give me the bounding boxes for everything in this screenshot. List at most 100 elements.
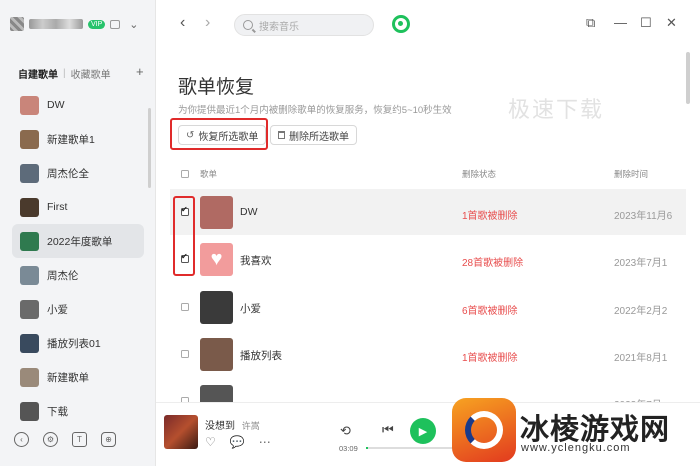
row-checkbox[interactable] [181, 350, 189, 358]
username-blurred [29, 19, 83, 29]
search-input[interactable]: 搜索音乐 [234, 14, 374, 36]
minimize-button[interactable]: — [614, 15, 627, 30]
page-title: 歌单恢复 [178, 77, 255, 98]
select-all-checkbox[interactable] [181, 170, 189, 178]
playlist-thumbnail [20, 367, 39, 387]
row-delete-status: 6首歌被删除 [462, 306, 518, 317]
row-checkbox[interactable] [181, 303, 189, 311]
site-url: www.yclengku.com [521, 442, 631, 454]
playlist-cover [200, 385, 233, 402]
delete-selected-label: 删除所选歌单 [289, 131, 349, 143]
sidebar-playlist-label: 新建歌单 [47, 371, 89, 384]
progress-bar[interactable] [366, 447, 466, 449]
table-row[interactable]: 小爱 6首歌被删除 2022年2月2 [170, 284, 686, 330]
back-button[interactable]: ‹ [180, 14, 185, 32]
tab-separator: | [63, 68, 66, 79]
search-icon [243, 20, 253, 30]
sidebar-playlist-item[interactable]: 小爱 [12, 292, 144, 326]
sidebar-playlist-item[interactable]: 播放列表01 [12, 326, 144, 360]
music-recognition-icon[interactable] [392, 15, 410, 33]
sidebar-playlist-item[interactable]: 新建歌单1 [12, 122, 144, 156]
comment-icon[interactable]: 💬 [230, 435, 245, 449]
playlist-thumbnail [20, 265, 39, 285]
playlist-thumbnail [20, 129, 39, 149]
row-delete-time: 2021年8月1 [614, 353, 668, 364]
delete-selected-button[interactable]: 删除所选歌单 [270, 125, 357, 145]
gamepad-icon[interactable]: ⊕ [101, 432, 116, 447]
more-icon[interactable]: ⋯ [259, 435, 271, 449]
sidebar-playlist-label: 播放列表01 [47, 337, 101, 350]
maximize-button[interactable]: ☐ [640, 15, 652, 31]
tab-created-playlists[interactable]: 自建歌单 [18, 66, 58, 81]
row-playlist-name: ... [240, 395, 249, 402]
sidebar: VIP ⌄ 自建歌单 | 收藏歌单 + DW 新建歌单1 周杰伦全 First 2022… [0, 0, 156, 466]
tab-collected-playlists[interactable]: 收藏歌单 [71, 66, 111, 81]
sidebar-playlist-item[interactable]: DW [12, 88, 144, 122]
row-playlist-name: DW [240, 206, 258, 218]
playlist-cover: ♥ [200, 243, 233, 276]
search-placeholder: 搜索音乐 [259, 21, 299, 33]
song-actions: ♡ 💬 ⋯ [205, 435, 271, 449]
forward-button[interactable]: › [205, 14, 210, 32]
avatar [10, 17, 24, 31]
table-row[interactable]: ......2023年7月 [170, 378, 686, 402]
trash-icon [278, 131, 285, 139]
message-icon[interactable] [110, 19, 121, 29]
site-logo-mark [465, 411, 503, 449]
back-circle-icon[interactable]: ‹ [14, 432, 29, 447]
sidebar-footer: ‹ ⚙ T ⊕ [14, 432, 116, 447]
chevron-down-icon[interactable]: ⌄ [129, 18, 138, 31]
skin-shirt-icon[interactable]: T [72, 432, 87, 447]
watermark-text: 极速下载 [508, 97, 605, 122]
main-scrollbar[interactable] [686, 52, 690, 104]
sidebar-playlist-item[interactable]: First [12, 190, 144, 224]
playlist-thumbnail [20, 197, 39, 217]
playlist-list: DW 新建歌单1 周杰伦全 First 2022年度歌单 周杰伦小爱播放列表01 新建歌单下… [12, 88, 144, 428]
settings-icon[interactable]: ⚙ [43, 432, 58, 447]
playlist-thumbnail [20, 401, 39, 421]
row-delete-status: 1首歌被删除 [462, 353, 518, 364]
sidebar-playlist-item[interactable]: 新建歌单 [12, 360, 144, 394]
sidebar-playlist-label: 2022年度歌单 [47, 235, 113, 248]
user-profile[interactable]: VIP ⌄ [10, 17, 139, 31]
like-heart-icon[interactable]: ♡ [205, 435, 216, 449]
song-title: 没想到 [205, 421, 235, 432]
header-delete-status: 删除状态 [462, 169, 497, 179]
heart-icon: ♥ [210, 248, 223, 270]
row-delete-time: 2023年7月1 [614, 258, 668, 269]
highlight-box-restore [170, 118, 268, 150]
add-playlist-icon[interactable]: + [136, 64, 144, 79]
page-subtitle: 为你提供最近1个月内被删除歌单的恢复服务，恢复约5~10秒生效 [178, 105, 452, 116]
close-button[interactable]: ✕ [666, 15, 677, 31]
row-delete-time: 2023年11月6 [614, 211, 673, 222]
sidebar-playlist-item[interactable]: 2022年度歌单 [12, 224, 144, 258]
mini-mode-icon[interactable]: ⧉ [586, 15, 595, 31]
sidebar-playlist-label: 新建歌单1 [47, 133, 95, 146]
sidebar-scrollbar[interactable] [148, 108, 151, 188]
now-playing: 没想到 许嵩 [205, 417, 260, 432]
current-time: 03:09 [339, 444, 358, 453]
table-row[interactable]: DW 1首歌被删除 2023年11月6 [170, 189, 686, 235]
row-delete-time: 2022年2月2 [614, 306, 668, 317]
sidebar-playlist-label: First [47, 201, 68, 213]
playlist-cover [200, 196, 233, 229]
sidebar-playlist-label: 周杰伦 [47, 269, 79, 282]
song-artist[interactable]: 许嵩 [242, 421, 260, 431]
sidebar-playlist-item[interactable]: 周杰伦 [12, 258, 144, 292]
playlist-cover [200, 291, 233, 324]
album-cover[interactable] [164, 415, 198, 449]
header-delete-time: 删除时间 [614, 169, 649, 179]
play-button[interactable]: ▶ [410, 418, 436, 444]
row-playlist-name: 我喜欢 [240, 255, 272, 267]
repeat-icon[interactable]: ⟲ [340, 423, 351, 439]
row-delete-status: 28首歌被删除 [462, 258, 524, 269]
row-playlist-name: 播放列表 [240, 350, 282, 362]
sidebar-playlist-label: DW [47, 99, 65, 111]
table-row[interactable]: 播放列表 1首歌被删除 2021年8月1 [170, 331, 686, 377]
progress-fill [366, 447, 368, 449]
table-row[interactable]: ♥ 我喜欢 28首歌被删除 2023年7月1 [170, 236, 686, 282]
sidebar-playlist-item[interactable]: 周杰伦全 [12, 156, 144, 190]
previous-track-icon[interactable]: ⏮ [382, 422, 394, 438]
header-playlist: 歌单 [200, 169, 218, 179]
sidebar-playlist-item[interactable]: 下载 [12, 394, 144, 428]
